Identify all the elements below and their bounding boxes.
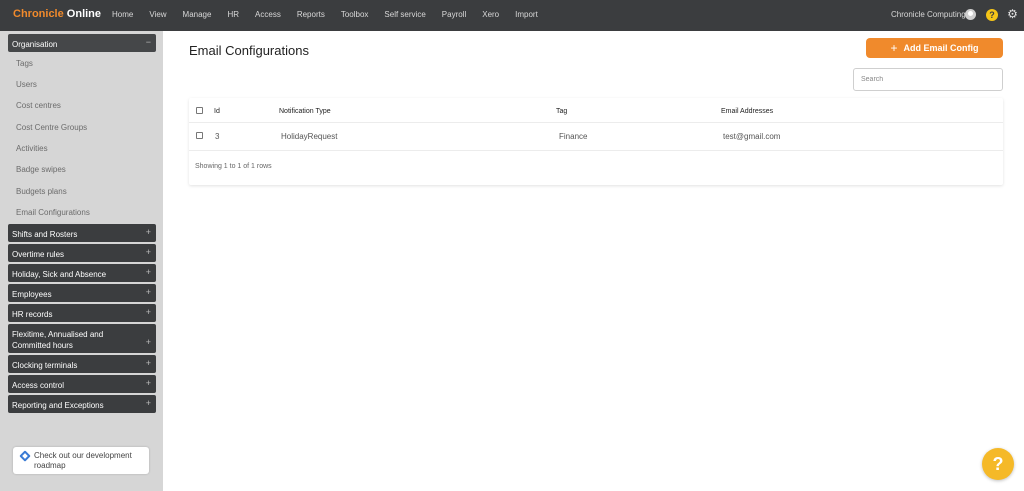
sidebar-group-employees[interactable]: Employees +	[8, 284, 156, 302]
search-input[interactable]	[853, 68, 1003, 91]
sidebar-group-label: Holiday, Sick and Absence	[12, 270, 107, 279]
nav-reports[interactable]: Reports	[297, 10, 325, 19]
expand-icon: +	[145, 247, 151, 257]
row-divider	[189, 150, 1003, 151]
email-config-table: Id Notification Type Tag Email Addresses…	[189, 98, 1003, 185]
nav-home[interactable]: Home	[112, 10, 133, 19]
avatar-icon[interactable]	[965, 9, 976, 20]
main-menu: Home View Manage HR Access Reports Toolb…	[112, 10, 554, 19]
expand-icon: +	[145, 227, 151, 237]
sidebar-item-activities[interactable]: Activities	[16, 144, 48, 153]
cell-id: 3	[215, 132, 220, 141]
roadmap-link[interactable]: Check out our development roadmap	[13, 447, 149, 474]
cell-notification-type: HolidayRequest	[281, 132, 338, 141]
brand-name-part2: Online	[66, 8, 102, 20]
nav-manage[interactable]: Manage	[183, 10, 212, 19]
sidebar-group-clocking-terminals[interactable]: Clocking terminals +	[8, 355, 156, 373]
expand-icon: +	[145, 378, 151, 388]
sidebar-item-tags[interactable]: Tags	[16, 59, 33, 68]
sidebar-item-users[interactable]: Users	[16, 80, 37, 89]
sidebar-item-badge-swipes[interactable]: Badge swipes	[16, 165, 66, 174]
cell-email: test@gmail.com	[723, 132, 781, 141]
column-header-id[interactable]: Id	[214, 108, 220, 115]
expand-icon: +	[145, 287, 151, 297]
pagination-info: Showing 1 to 1 of 1 rows	[195, 163, 272, 170]
roadmap-text: Check out our development roadmap	[34, 451, 132, 470]
row-checkbox[interactable]	[196, 132, 203, 139]
sidebar-item-budgets-plans[interactable]: Budgets plans	[16, 187, 67, 196]
help-icon[interactable]: ?	[986, 9, 998, 21]
header-divider	[189, 122, 1003, 123]
sidebar-group-label: Shifts and Rosters	[12, 230, 78, 239]
expand-icon: +	[145, 307, 151, 317]
column-header-tag[interactable]: Tag	[556, 108, 567, 115]
sidebar-group-flexitime[interactable]: Flexitime, Annualised and Committed hour…	[8, 324, 156, 353]
sidebar-group-label: Employees	[12, 290, 52, 299]
sidebar-group-access-control[interactable]: Access control +	[8, 375, 156, 393]
nav-xero[interactable]: Xero	[482, 10, 499, 19]
collapse-icon: −	[145, 37, 151, 47]
expand-icon: +	[145, 337, 151, 347]
help-fab-button[interactable]: ?	[982, 448, 1014, 480]
page-title: Email Configurations	[189, 43, 309, 58]
nav-payroll[interactable]: Payroll	[442, 10, 466, 19]
brand-logo[interactable]: Chronicle Online	[13, 8, 101, 20]
gear-icon[interactable]: ⚙	[1006, 8, 1019, 21]
plus-icon: +	[890, 41, 898, 55]
select-all-checkbox[interactable]	[196, 107, 203, 114]
main-content: Email Configurations + Add Email Config …	[163, 31, 1024, 491]
add-email-config-button[interactable]: + Add Email Config	[866, 38, 1003, 58]
sidebar-item-cost-centre-groups[interactable]: Cost Centre Groups	[16, 123, 87, 132]
roadmap-icon	[19, 450, 31, 462]
nav-toolbox[interactable]: Toolbox	[341, 10, 369, 19]
sidebar-group-hr-records[interactable]: HR records +	[8, 304, 156, 322]
sidebar-item-email-configurations[interactable]: Email Configurations	[16, 208, 90, 217]
nav-access[interactable]: Access	[255, 10, 281, 19]
column-header-email-addresses[interactable]: Email Addresses	[721, 108, 773, 115]
sidebar-group-label: HR records	[12, 310, 53, 319]
top-navbar: Chronicle Online Home View Manage HR Acc…	[0, 0, 1024, 31]
sidebar: Organisation − Tags Users Cost centres C…	[0, 31, 163, 491]
user-name[interactable]: Chronicle Computing	[891, 10, 966, 19]
sidebar-group-label: Flexitime, Annualised and Committed hour…	[12, 330, 104, 350]
nav-view[interactable]: View	[149, 10, 166, 19]
nav-import[interactable]: Import	[515, 10, 538, 19]
sidebar-group-label: Access control	[12, 381, 65, 390]
sidebar-group-label: Reporting and Exceptions	[12, 401, 104, 410]
add-email-config-label: Add Email Config	[903, 43, 979, 53]
sidebar-group-reporting-exceptions[interactable]: Reporting and Exceptions +	[8, 395, 156, 413]
sidebar-group-label: Overtime rules	[12, 250, 65, 259]
cell-tag: Finance	[559, 132, 588, 141]
column-header-notification-type[interactable]: Notification Type	[279, 108, 331, 115]
sidebar-group-label: Clocking terminals	[12, 361, 78, 370]
expand-icon: +	[145, 358, 151, 368]
sidebar-group-holiday-sick-absence[interactable]: Holiday, Sick and Absence +	[8, 264, 156, 282]
expand-icon: +	[145, 267, 151, 277]
expand-icon: +	[145, 398, 151, 408]
sidebar-group-organisation[interactable]: Organisation −	[8, 34, 156, 52]
sidebar-group-overtime-rules[interactable]: Overtime rules +	[8, 244, 156, 262]
sidebar-item-cost-centres[interactable]: Cost centres	[16, 101, 61, 110]
sidebar-group-shifts-and-rosters[interactable]: Shifts and Rosters +	[8, 224, 156, 242]
nav-self-service[interactable]: Self service	[384, 10, 425, 19]
sidebar-group-label: Organisation	[12, 40, 58, 49]
brand-name-part1: Chronicle	[13, 8, 64, 20]
nav-hr[interactable]: HR	[227, 10, 239, 19]
